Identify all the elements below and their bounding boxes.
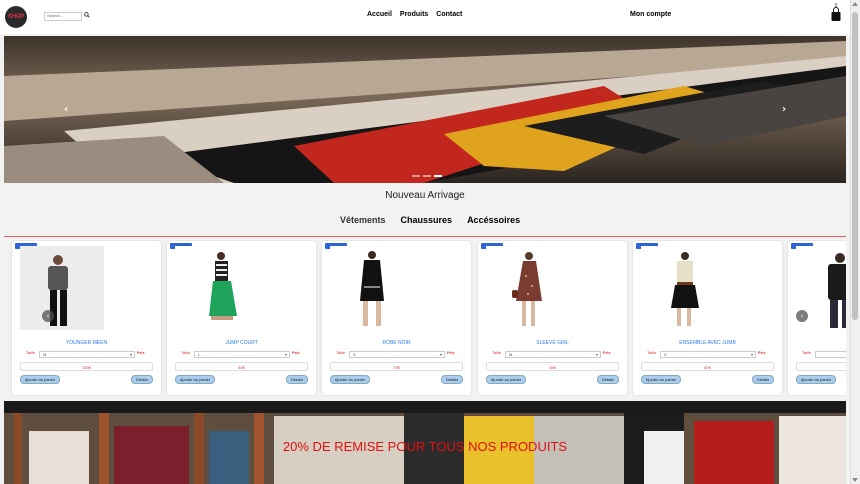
category-tabs: Vêtements Chaussures Accéssoires [340, 215, 520, 225]
add-to-cart-button[interactable]: Ajouter au panier [330, 375, 370, 384]
add-to-cart-button[interactable]: Ajouter au panier [641, 375, 681, 384]
product-price: 50€ [175, 362, 308, 371]
account-link[interactable]: Mon compte [630, 11, 671, 18]
product-price: 35€ [486, 362, 619, 371]
price-label: Prix [292, 350, 300, 355]
price-label: Prix [137, 350, 145, 355]
hero-next-arrow-icon[interactable]: › [782, 104, 786, 115]
product-card: ROBE NOIR TailleSPrix 75€ Ajouter au panier… [322, 241, 471, 395]
tab-chaussures[interactable]: Chaussures [401, 215, 453, 225]
details-button[interactable]: Détails [131, 375, 153, 384]
product-card: ENSEMBLE AVEC JUMB TailleSPrix 60€ Ajouter … [633, 241, 782, 395]
size-label: Taille [336, 350, 346, 355]
product-card: SLEEVE GIRL TailleMPrix 35€ Ajouter au pani… [478, 241, 627, 395]
product-name[interactable]: ENSEMBLE AVEC JUMB [633, 340, 782, 346]
hero-prev-arrow-icon[interactable]: ‹ [64, 104, 68, 115]
main-nav: Accueil Produits Contact [367, 11, 462, 18]
product-image[interactable] [486, 246, 570, 330]
add-to-cart-button[interactable]: Ajouter au panier [486, 375, 526, 384]
logo[interactable]: SHOP [5, 6, 27, 28]
carousel-dot[interactable] [412, 175, 420, 177]
scroll-thumb[interactable] [852, 12, 858, 320]
product-options: TailleSPrix [330, 349, 463, 359]
scroll-up-arrow-icon[interactable] [852, 2, 858, 6]
size-label: Taille [26, 350, 36, 355]
product-options: TaillePrix [796, 349, 846, 359]
hero-image [4, 36, 846, 183]
tab-vetements[interactable]: Vêtements [340, 215, 386, 225]
product-image[interactable] [20, 246, 104, 330]
size-select[interactable]: S [660, 351, 756, 358]
product-card: YOUNGER MEEN TailleMPrix 150€ Ajouter au pa… [12, 241, 161, 395]
nav-produits[interactable]: Produits [400, 11, 428, 18]
section-divider [4, 236, 846, 237]
promo-banner: 20% DE REMISE POUR TOUS NOS PRODUITS [4, 401, 846, 484]
size-label: Taille [492, 350, 502, 355]
price-label: Prix [758, 350, 766, 355]
scroll-down-arrow-icon[interactable] [852, 478, 858, 482]
product-image[interactable] [641, 246, 725, 330]
nav-accueil[interactable]: Accueil [367, 11, 392, 18]
details-button[interactable]: Détails [441, 375, 463, 384]
product-price: 150€ [20, 362, 153, 371]
nav-contact[interactable]: Contact [436, 11, 462, 18]
product-price [796, 362, 846, 371]
size-select[interactable]: S [349, 351, 445, 358]
price-label: Prix [603, 350, 611, 355]
details-button[interactable]: Détails [597, 375, 619, 384]
carousel-dot[interactable] [423, 175, 431, 177]
search-icon[interactable] [84, 12, 90, 18]
search-input[interactable]: Search... [44, 12, 82, 21]
size-select[interactable]: M [39, 351, 135, 358]
product-price: 60€ [641, 362, 774, 371]
product-name[interactable]: ROBE NOIR [322, 340, 471, 346]
shopping-bag-icon[interactable] [830, 4, 842, 22]
carousel-indicators [412, 175, 442, 177]
carousel-dot-active[interactable] [434, 175, 442, 177]
size-select[interactable] [815, 351, 846, 358]
product-carousel: YOUNGER MEENTailleMPrix150€Ajouter au pa… [4, 240, 846, 396]
size-label: Taille [647, 350, 657, 355]
size-label: Taille [181, 350, 191, 355]
add-to-cart-button[interactable]: Ajouter au panier [796, 375, 836, 384]
product-image[interactable] [330, 246, 414, 330]
size-label: Taille [802, 350, 812, 355]
product-options: TailleMPrix [20, 349, 153, 359]
product-next-arrow-icon[interactable]: › [796, 310, 808, 322]
product-prev-arrow-icon[interactable]: ‹ [42, 310, 54, 322]
product-name[interactable]: SLEEVE GIRL [478, 340, 627, 346]
section-title: Nouveau Arrivage [385, 190, 465, 201]
product-options: TailleSPrix [641, 349, 774, 359]
product-price: 75€ [330, 362, 463, 371]
details-button[interactable]: Détails [286, 375, 308, 384]
product-card: JUMP COURT TailleLPrix 50€ Ajouter au panie… [167, 241, 316, 395]
details-button[interactable]: Détails [752, 375, 774, 384]
price-label: Prix [447, 350, 455, 355]
promo-text: 20% DE REMISE POUR TOUS NOS PRODUITS [282, 439, 568, 454]
size-select[interactable]: L [194, 351, 290, 358]
add-to-cart-button[interactable]: Ajouter au panier [175, 375, 215, 384]
hero-carousel: ‹ › [4, 36, 846, 183]
add-to-cart-button[interactable]: Ajouter au panier [20, 375, 60, 384]
product-name[interactable]: YOUNGER MEEN [12, 340, 161, 346]
size-select[interactable]: M [505, 351, 601, 358]
product-options: TailleMPrix [486, 349, 619, 359]
product-name[interactable]: JUMP COURT [167, 340, 316, 346]
tab-accessoires[interactable]: Accéssoires [467, 215, 520, 225]
page-scrollbar[interactable] [850, 0, 860, 484]
product-options: TailleLPrix [175, 349, 308, 359]
product-image[interactable] [175, 246, 259, 330]
top-header: SHOP Search... Accueil Produits Contact … [0, 0, 850, 34]
